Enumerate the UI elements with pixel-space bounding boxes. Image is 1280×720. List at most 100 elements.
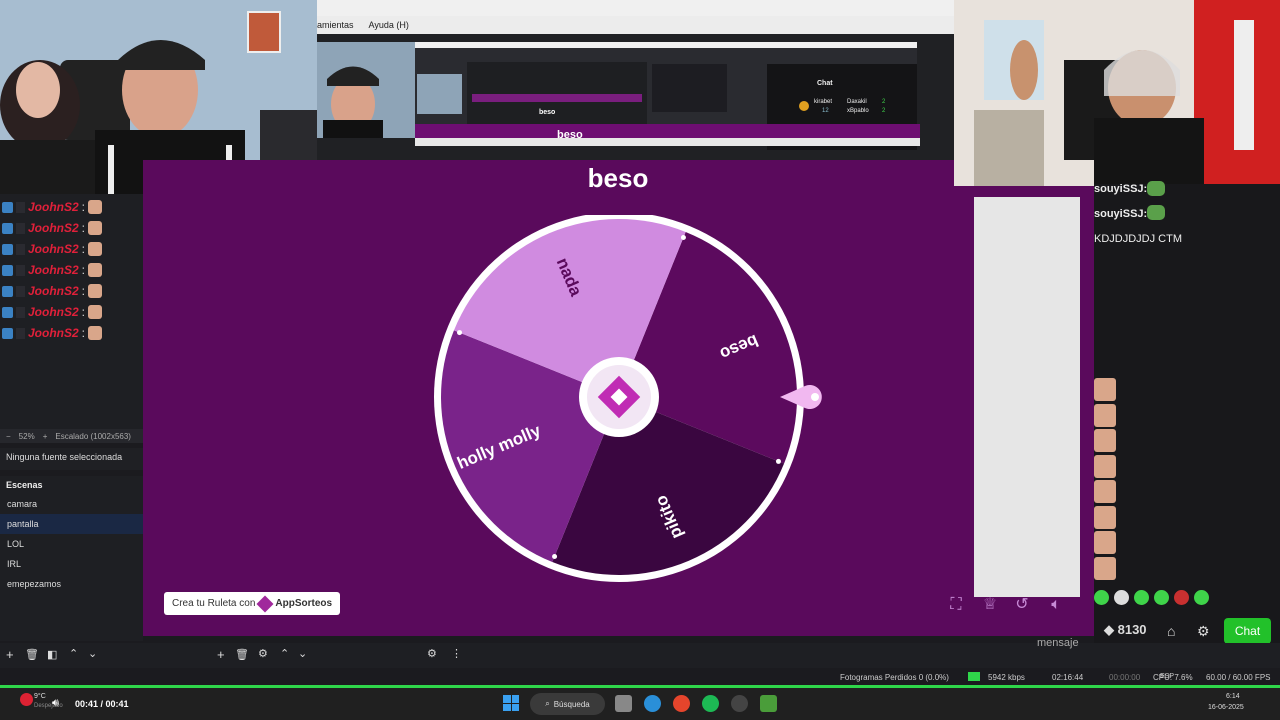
- chat-row: JoohnS2:: [2, 282, 103, 300]
- filter-icon[interactable]: ◧: [47, 648, 57, 661]
- chat-colon: :: [81, 263, 86, 277]
- chat-colon: :: [81, 305, 86, 319]
- spotify-icon[interactable]: [702, 695, 719, 712]
- scene-item-irl[interactable]: IRL: [0, 554, 143, 574]
- store-icon[interactable]: ⌂: [1167, 623, 1175, 639]
- credit-brand: AppSorteos: [275, 598, 333, 609]
- scene-item-lol[interactable]: LOL: [0, 534, 143, 554]
- twitch-badge-icon: [2, 306, 13, 318]
- chat-row: JoohnS2:: [2, 324, 103, 342]
- chat-username: JoohnS2: [28, 200, 79, 214]
- nested-user-2: Daxakil: [847, 99, 867, 105]
- zoom-value: 52%: [18, 431, 35, 441]
- face-emote-icon: [88, 305, 103, 319]
- roulette-wheel[interactable]: besopikitoholly mollynada: [430, 215, 850, 587]
- appsorteos-credit-button[interactable]: Crea tu Ruleta con AppSorteos: [164, 592, 340, 615]
- chat-username: JoohnS2: [28, 284, 79, 298]
- delete-source-icon[interactable]: 🗑︎: [235, 648, 249, 661]
- more-options-icon[interactable]: ⋮: [451, 647, 462, 660]
- obs-icon[interactable]: [731, 695, 748, 712]
- chat-colon: :: [81, 284, 86, 298]
- twitch-badge-icon: [2, 222, 13, 234]
- face-emote-icon: [1094, 429, 1116, 452]
- gear-icon[interactable]: ⚙: [1197, 623, 1210, 640]
- volume-icon[interactable]: 🔊︎: [52, 697, 59, 710]
- face-emote-icon: [1094, 531, 1116, 554]
- face-emote-icon: [88, 284, 103, 298]
- nested-count-2: 12: [822, 108, 829, 114]
- sub-badge-icon: [16, 243, 25, 255]
- face-emote-icon: [1094, 480, 1116, 503]
- mixer-settings-icon[interactable]: ⚙: [427, 647, 437, 660]
- webcam-right-scene: [954, 0, 1280, 186]
- nested-label-1: beso: [539, 109, 556, 116]
- chrome-icon[interactable]: [673, 695, 690, 712]
- source-up-icon[interactable]: ⌃: [280, 647, 289, 660]
- media-time: 00:41 / 00:41: [75, 699, 129, 709]
- obs-chat-list: JoohnS2: JoohnS2: JoohnS2: JoohnS2: JoohnS2:…: [0, 194, 143, 429]
- channel-points[interactable]: ◆ 8130: [1104, 622, 1147, 638]
- zoom-minus-button[interactable]: −: [6, 432, 11, 441]
- twitch-badge-icon: [2, 243, 13, 255]
- fullscreen-icon[interactable]: ⛶: [947, 596, 965, 614]
- minecraft-icon[interactable]: [760, 695, 777, 712]
- nested-label-2: beso: [557, 129, 583, 141]
- pepe-emote-icon: [1147, 181, 1165, 196]
- chat-message: KDJDJDJDJ CTM: [1094, 233, 1182, 245]
- taskbar-search[interactable]: ⌕ Búsqueda: [530, 693, 605, 715]
- no-source-label: Ninguna fuente seleccionada: [0, 448, 143, 470]
- wheel-peg: [457, 330, 463, 336]
- face-emote-icon: [88, 326, 103, 340]
- menu-item-tools[interactable]: amientas: [317, 20, 354, 30]
- add-source-icon[interactable]: +: [217, 647, 225, 662]
- windows-start-icon[interactable]: [503, 695, 519, 711]
- chat-username: JoohnS2: [28, 326, 79, 340]
- nested-user-3: xBpablo: [847, 108, 869, 114]
- credit-prefix: Crea tu Ruleta con: [172, 598, 256, 609]
- face-emote-icon: [1094, 505, 1116, 529]
- message-label: mensaje: [1037, 637, 1079, 649]
- face-emote-icon: [88, 200, 103, 214]
- weather-icon: [20, 693, 33, 706]
- source-settings-icon[interactable]: ⚙: [258, 647, 268, 660]
- add-scene-icon[interactable]: +: [6, 647, 14, 662]
- move-down-icon[interactable]: ⌄: [88, 647, 97, 660]
- chat-username: JoohnS2: [28, 221, 79, 235]
- twitch-chat: [1094, 184, 1280, 654]
- credit-logo-icon: [256, 595, 274, 612]
- sub-badge-icon: [16, 264, 25, 276]
- scene-item-pantalla[interactable]: pantalla: [0, 514, 143, 534]
- emote-row: [1094, 590, 1224, 606]
- chat-colon: :: [81, 242, 86, 256]
- scene-item-camara[interactable]: camara: [0, 494, 143, 514]
- twitch-badge-icon: [2, 201, 13, 213]
- fps: 60.00 / 60.00 FPS: [1206, 673, 1271, 682]
- delete-scene-icon[interactable]: 🗑︎: [25, 648, 39, 661]
- scenes-title: Escenas: [6, 480, 43, 490]
- sub-badge-icon: [16, 327, 25, 339]
- nested-count-3: 2: [882, 108, 886, 114]
- source-down-icon[interactable]: ⌄: [298, 647, 307, 660]
- edge-icon[interactable]: [644, 695, 661, 712]
- chat-username: JoohnS2: [28, 242, 79, 256]
- move-up-icon[interactable]: ⌃: [69, 647, 78, 660]
- dropped-frames: Fotogramas Perdidos 0 (0.0%): [840, 673, 949, 682]
- face-emote-icon: [88, 221, 103, 235]
- scene-item-emepezamos[interactable]: emepezamos: [0, 574, 143, 594]
- sound-icon[interactable]: 🔈︎: [1047, 596, 1065, 614]
- file-explorer-icon[interactable]: [615, 695, 632, 712]
- chat-send-button[interactable]: Chat: [1224, 618, 1271, 644]
- face-emote-icon: [88, 242, 103, 256]
- pepe-emote-icon: [1147, 205, 1165, 220]
- app-title-bar: [317, 0, 954, 16]
- twitch-badge-icon: [2, 285, 13, 297]
- face-emote-icon: [1094, 556, 1116, 580]
- wheel-peg: [552, 553, 558, 559]
- reset-icon[interactable]: ↺: [1013, 596, 1031, 614]
- chat-row: JoohnS2:: [2, 240, 103, 258]
- menu-item-help[interactable]: Ayuda (H): [369, 20, 409, 30]
- trophy-icon[interactable]: ♕: [981, 596, 999, 614]
- face-emote-icon: [1094, 403, 1116, 427]
- zoom-plus-button[interactable]: +: [43, 432, 48, 441]
- points-value: 8130: [1117, 622, 1147, 637]
